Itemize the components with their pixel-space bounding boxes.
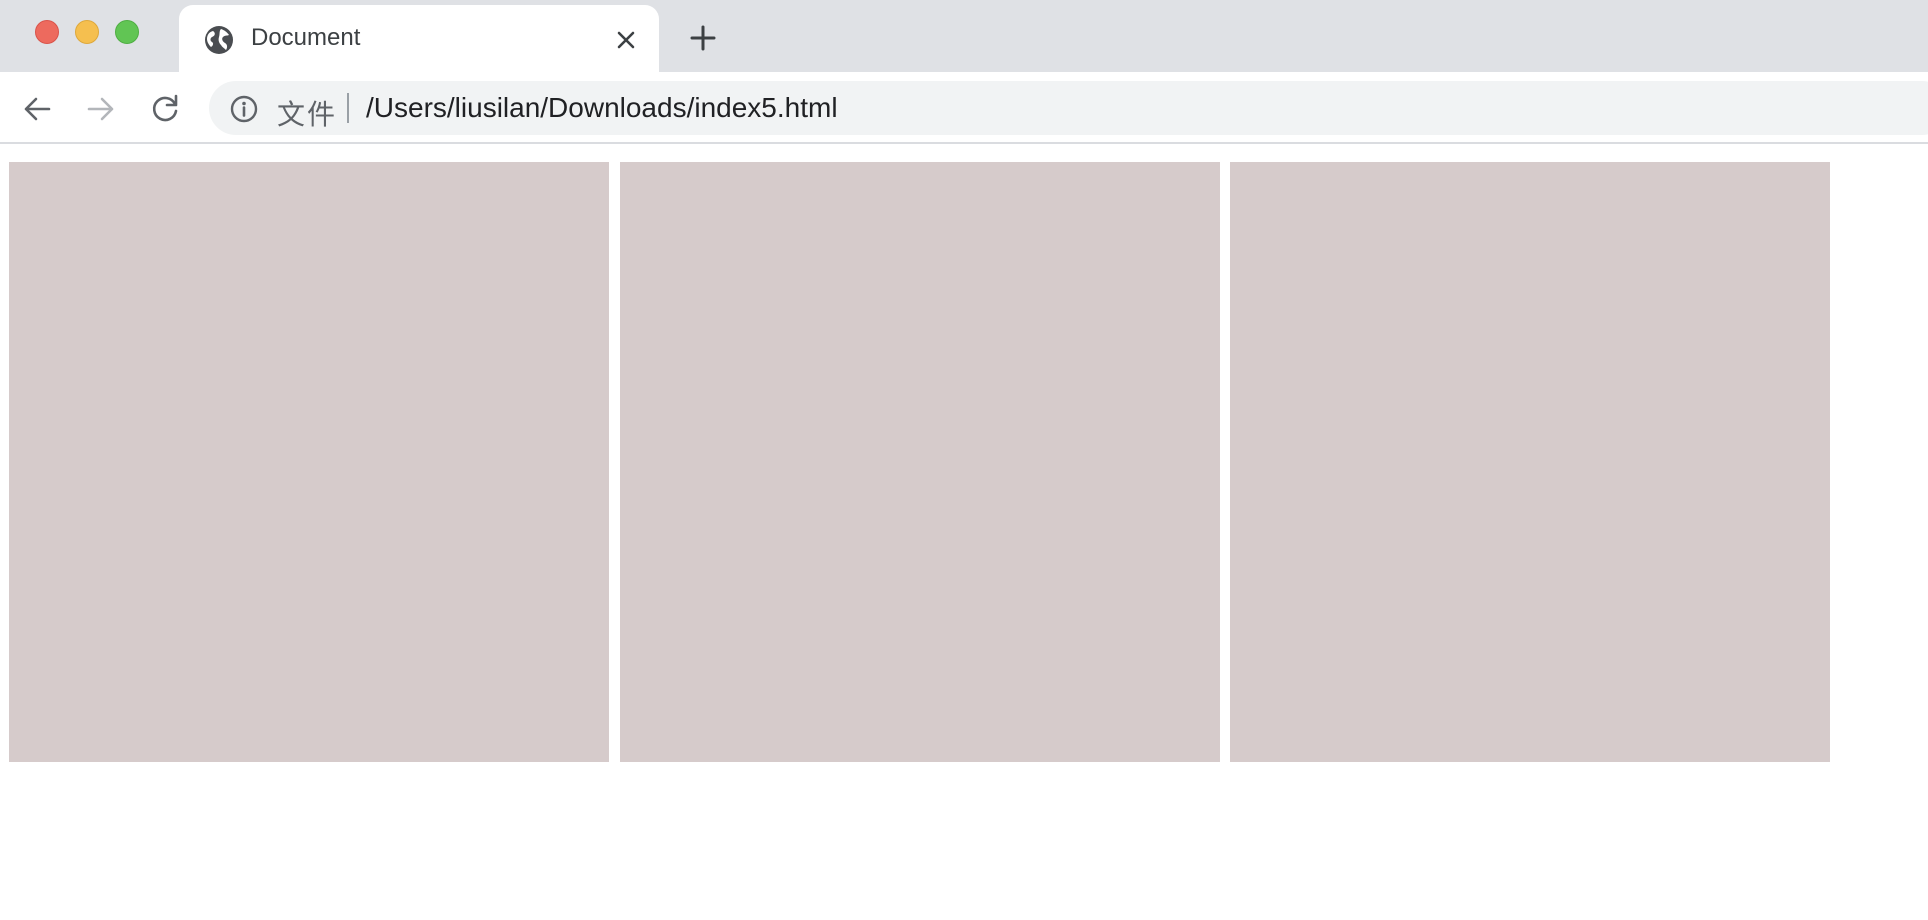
arrow-left-icon[interactable] [20, 92, 54, 126]
arrow-right-icon[interactable] [84, 92, 118, 126]
browser-toolbar: 文件 /Users/liusilan/Downloads/index5.html [0, 72, 1928, 144]
url-text[interactable]: /Users/liusilan/Downloads/index5.html [366, 92, 838, 124]
page-viewport [0, 146, 1928, 920]
url-divider [347, 93, 349, 123]
new-tab-plus-icon[interactable] [689, 24, 717, 52]
browser-tab[interactable]: Document [179, 5, 659, 72]
scheme-label: 文件 [277, 98, 338, 131]
reload-icon[interactable] [148, 92, 182, 126]
content-box-2 [620, 162, 1220, 762]
tab-title: Document [251, 24, 361, 51]
window-maximize-button[interactable] [115, 20, 139, 44]
info-icon[interactable] [230, 95, 258, 123]
globe-icon [205, 26, 233, 54]
content-box-3 [1230, 162, 1830, 762]
content-box-1 [9, 162, 609, 762]
close-icon[interactable] [613, 27, 639, 53]
window-close-button[interactable] [35, 20, 59, 44]
tab-strip: Document [0, 0, 1928, 72]
window-minimize-button[interactable] [75, 20, 99, 44]
address-bar[interactable]: 文件 /Users/liusilan/Downloads/index5.html [209, 81, 1928, 135]
